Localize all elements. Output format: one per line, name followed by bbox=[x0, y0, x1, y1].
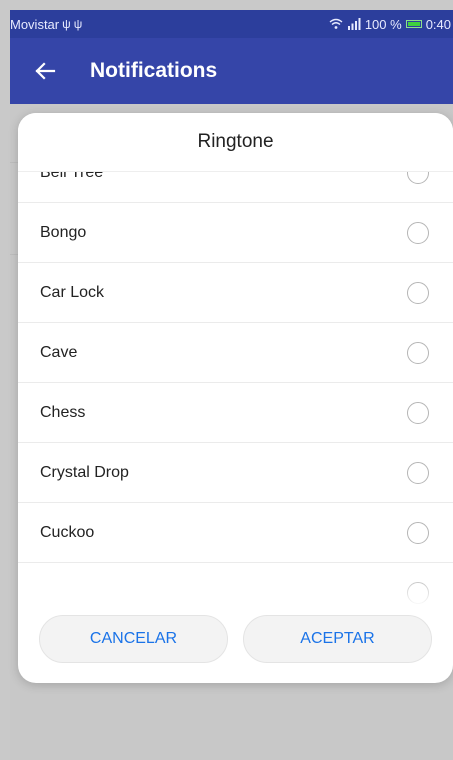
wifi-icon bbox=[329, 18, 343, 29]
ringtone-item[interactable]: Cuckoo bbox=[18, 503, 453, 563]
ringtone-item[interactable]: Cave bbox=[18, 323, 453, 383]
ringtone-item[interactable]: Bell Tree bbox=[18, 171, 453, 203]
arrow-left-icon bbox=[35, 62, 56, 80]
radio-button[interactable] bbox=[407, 171, 429, 184]
signal-icon bbox=[347, 18, 361, 30]
status-left: Movistar ψ ψ bbox=[10, 17, 82, 32]
ringtone-label: Cave bbox=[40, 343, 78, 361]
ringtone-dialog: Ringtone Bell Tree Bongo Car Lock Cave C… bbox=[18, 113, 453, 683]
battery-percent: 100 % bbox=[364, 16, 402, 32]
ringtone-label: Bell Tree bbox=[40, 171, 104, 181]
ringtone-item[interactable]: Chess bbox=[18, 383, 453, 443]
ringtone-label: Bongo bbox=[40, 223, 87, 241]
ringtone-label: Crystal Drop bbox=[40, 463, 129, 481]
app-bar: Notifications bbox=[10, 38, 453, 104]
usb-icon: ψ bbox=[73, 17, 83, 31]
battery-icon bbox=[405, 20, 422, 28]
accept-button[interactable]: ACEPTAR bbox=[243, 615, 432, 663]
cancel-button[interactable]: CANCELAR bbox=[39, 615, 228, 663]
ringtone-item[interactable]: Car Lock bbox=[18, 263, 453, 323]
radio-button[interactable] bbox=[407, 401, 429, 424]
carrier-name: Movistar bbox=[10, 16, 60, 32]
ringtone-item[interactable]: Bongo bbox=[18, 203, 453, 263]
ringtone-label: Cuckoo bbox=[40, 523, 95, 541]
ringtone-label: Car Lock bbox=[40, 283, 105, 301]
radio-button[interactable] bbox=[407, 521, 429, 544]
status-right: 100 % 0:40 bbox=[329, 17, 453, 32]
radio-button[interactable] bbox=[407, 281, 429, 304]
ringtone-list-viewport[interactable]: Bell Tree Bongo Car Lock Cave Chess Crys… bbox=[18, 171, 453, 611]
list-fade bbox=[18, 573, 453, 613]
back-button[interactable] bbox=[20, 38, 70, 104]
dialog-actions: CANCELAR ACEPTAR bbox=[18, 615, 453, 665]
status-bar: Movistar ψ ψ 100 % 0:40 bbox=[10, 10, 453, 38]
ringtone-list: Bell Tree Bongo Car Lock Cave Chess Crys… bbox=[18, 171, 453, 611]
usb-icon: ψ bbox=[62, 17, 71, 31]
radio-button[interactable] bbox=[407, 461, 429, 484]
ringtone-item[interactable]: Crystal Drop bbox=[18, 443, 453, 503]
radio-button[interactable] bbox=[407, 341, 429, 364]
clock: 0:40 bbox=[425, 16, 451, 32]
page-title: Notifications bbox=[90, 59, 218, 82]
radio-button[interactable] bbox=[407, 221, 429, 244]
ringtone-label: Chess bbox=[40, 403, 86, 421]
dialog-title: Ringtone bbox=[18, 113, 453, 172]
